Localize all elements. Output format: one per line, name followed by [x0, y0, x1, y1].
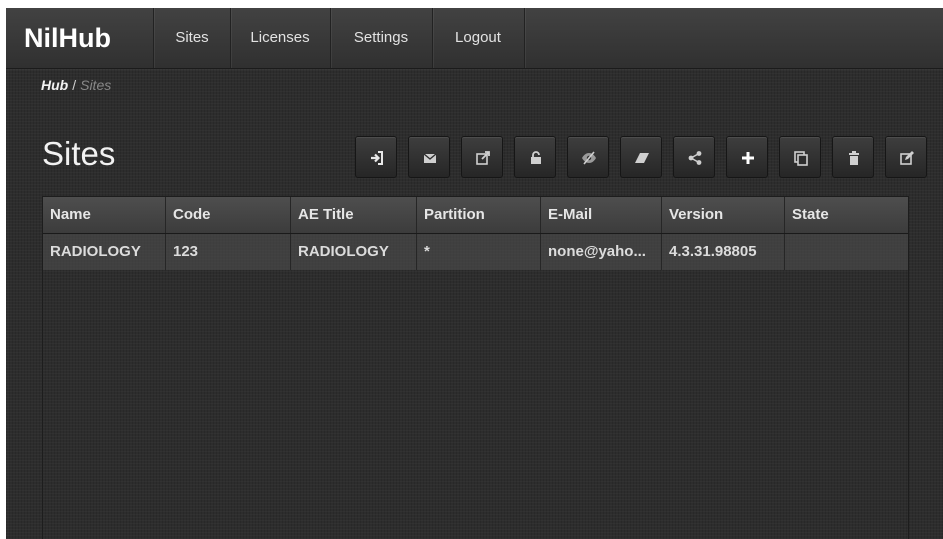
- table-header: Name Code AE Title Partition E-Mail Vers…: [43, 197, 908, 234]
- copy-icon: [794, 151, 808, 166]
- clear-site-button[interactable]: [620, 136, 662, 178]
- column-header-state[interactable]: State: [785, 197, 908, 233]
- page-title: Sites: [42, 135, 116, 172]
- eraser-icon: [635, 153, 649, 163]
- column-header-ae-title[interactable]: AE Title: [291, 197, 417, 233]
- cell-partition: *: [417, 234, 541, 270]
- share-icon: [688, 151, 702, 165]
- cell-state: [785, 234, 908, 270]
- column-header-code[interactable]: Code: [166, 197, 291, 233]
- app-window: NilHub Sites Licenses Settings Logout Hu…: [6, 8, 943, 539]
- unlock-icon: [531, 151, 541, 164]
- external-link-icon: [476, 151, 490, 165]
- copy-site-button[interactable]: [779, 136, 821, 178]
- column-header-name[interactable]: Name: [43, 197, 166, 233]
- breadcrumb: Hub / Sites: [41, 77, 111, 93]
- open-site-button[interactable]: [461, 136, 503, 178]
- sign-in-icon: [371, 151, 383, 165]
- trash-icon: [849, 151, 859, 165]
- breadcrumb-hub-link[interactable]: Hub: [41, 77, 68, 93]
- add-site-button[interactable]: [726, 136, 768, 178]
- unlock-site-button[interactable]: [514, 136, 556, 178]
- envelope-icon: [423, 153, 437, 163]
- plus-icon: [742, 152, 754, 164]
- edit-site-button[interactable]: [885, 136, 927, 178]
- login-site-button[interactable]: [355, 136, 397, 178]
- sites-table: Name Code AE Title Partition E-Mail Vers…: [42, 196, 909, 539]
- edit-icon: [900, 151, 914, 165]
- cell-ae-title: RADIOLOGY: [291, 234, 417, 270]
- cell-version: 4.3.31.98805: [662, 234, 785, 270]
- cell-name: RADIOLOGY: [43, 234, 166, 270]
- hide-site-button[interactable]: [567, 136, 609, 178]
- cell-email: none@yaho...: [541, 234, 662, 270]
- column-header-partition[interactable]: Partition: [417, 197, 541, 233]
- brand-logo[interactable]: NilHub: [6, 8, 154, 68]
- share-site-button[interactable]: [673, 136, 715, 178]
- eye-slash-icon: [582, 151, 596, 165]
- email-site-button[interactable]: [408, 136, 450, 178]
- top-navbar: NilHub Sites Licenses Settings Logout: [6, 8, 943, 69]
- nav-item-logout[interactable]: Logout: [432, 8, 525, 68]
- nav-item-settings[interactable]: Settings: [330, 8, 433, 68]
- column-header-email[interactable]: E-Mail: [541, 197, 662, 233]
- breadcrumb-current: Sites: [80, 77, 112, 93]
- nav-item-sites[interactable]: Sites: [154, 8, 231, 68]
- breadcrumb-separator: /: [72, 77, 77, 93]
- nav-item-licenses[interactable]: Licenses: [230, 8, 331, 68]
- column-header-version[interactable]: Version: [662, 197, 785, 233]
- delete-site-button[interactable]: [832, 136, 874, 178]
- cell-code: 123: [166, 234, 291, 270]
- table-row[interactable]: RADIOLOGY 123 RADIOLOGY * none@yaho... 4…: [43, 234, 908, 270]
